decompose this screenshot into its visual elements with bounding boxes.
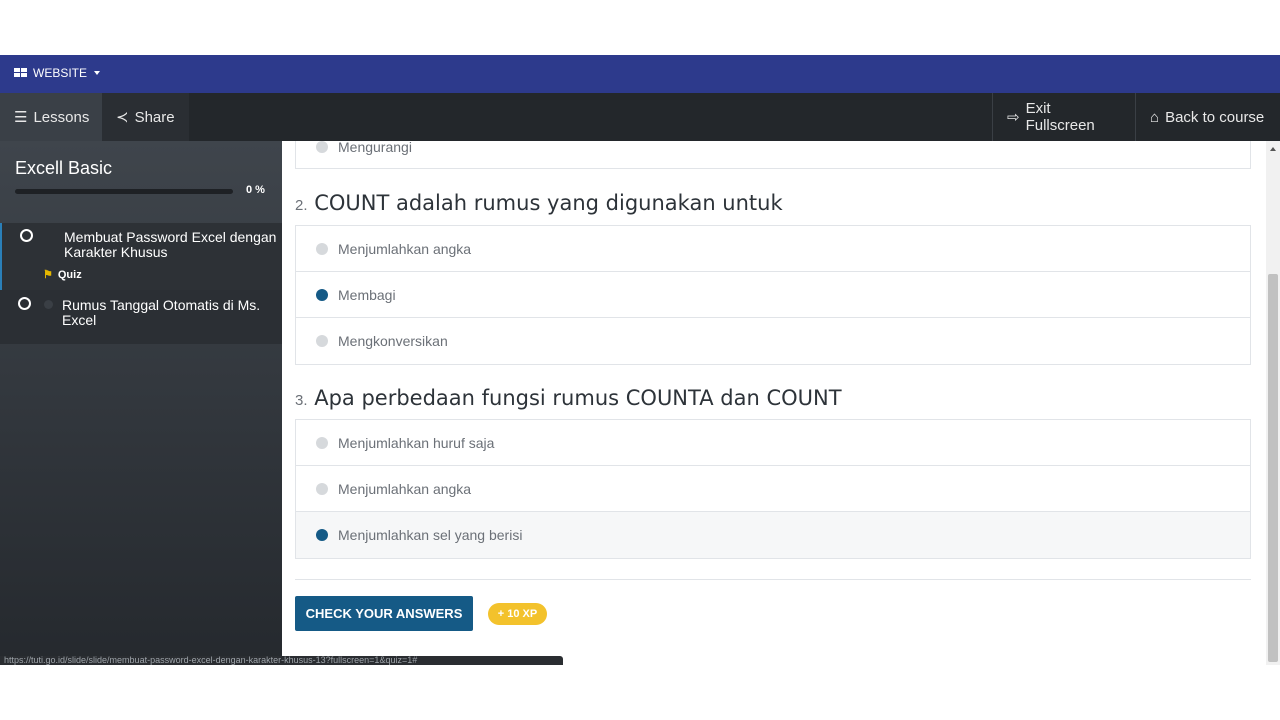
answer-label: Mengkonversikan: [338, 333, 448, 349]
share-button[interactable]: ≺ Share: [102, 93, 189, 141]
sidebar-item-lesson-2[interactable]: Rumus Tanggal Otomatis di Ms. Excel: [0, 290, 282, 344]
scrollbar[interactable]: [1266, 141, 1280, 665]
check-answers-button[interactable]: CHECK YOUR ANSWERS: [295, 596, 473, 631]
course-progress-bar: [15, 189, 233, 194]
home-icon: ⌂: [1150, 108, 1160, 126]
answer-option[interactable]: Mengurangi: [296, 141, 1250, 168]
flag-checkered-icon: ⚑: [43, 269, 53, 281]
status-url-bar: https://tuti.go.id/slide/slide/membuat-p…: [0, 656, 563, 665]
sign-out-icon: ⇨: [1007, 109, 1020, 126]
lesson-type-tag: ⚑ Quiz: [43, 268, 82, 282]
lesson-title: Rumus Tanggal Otomatis di Ms. Excel: [62, 297, 261, 328]
answer-label: Mengurangi: [338, 141, 412, 155]
scroll-up-arrow-icon[interactable]: [1270, 147, 1276, 151]
lessons-label: Lessons: [33, 108, 90, 126]
answer-option[interactable]: Menjumlahkan angka: [296, 466, 1250, 512]
top-navbar: WEBSITE: [0, 55, 1280, 93]
answer-label: Menjumlahkan angka: [338, 240, 472, 257]
back-to-course-button[interactable]: ⌂ Back to course: [1135, 93, 1280, 141]
quiz-content: Mengurangi 2. COUNT adalah rumus yang di…: [282, 141, 1266, 665]
radio-button[interactable]: [316, 141, 328, 153]
answer-label: Menjumlahkan sel yang berisi: [338, 527, 523, 543]
share-label: Share: [134, 108, 175, 126]
radio-button[interactable]: [316, 335, 328, 347]
caret-down-icon: [94, 71, 101, 75]
answer-option[interactable]: Mengkonversikan: [296, 318, 1250, 364]
question-text: Apa perbedaan fungsi rumus COUNTA dan CO…: [314, 386, 842, 410]
lesson-status-icon: [20, 229, 33, 242]
radio-button[interactable]: [316, 242, 328, 255]
course-progress-text: 0 %: [246, 184, 265, 196]
exit-fullscreen-button[interactable]: ⇨ Exit Fullscreen: [992, 93, 1135, 141]
question-number: 2.: [295, 197, 308, 214]
website-menu[interactable]: WEBSITE: [14, 66, 101, 80]
question-1-options: Mengurangi: [295, 141, 1251, 169]
sidebar-item-lesson-1[interactable]: Membuat Password Excel dengan Karakter K…: [0, 223, 282, 290]
radio-button[interactable]: [316, 482, 328, 495]
radio-button-checked[interactable]: [316, 529, 328, 541]
radio-button[interactable]: [316, 436, 328, 449]
lesson-title: Membuat Password Excel dengan Karakter K…: [64, 229, 277, 260]
answer-option[interactable]: Menjumlahkan angka: [296, 226, 1250, 272]
lesson-toolbar: ☰ Lessons ≺ Share ⇨ Exit Fullscreen ⌂ Ba…: [0, 93, 1280, 141]
lesson-type-label: Quiz: [57, 268, 82, 281]
xp-badge: + 10 XP: [488, 603, 547, 625]
lessons-button[interactable]: ☰ Lessons: [0, 93, 102, 141]
menu-icon: ☰: [14, 109, 28, 126]
lesson-sidebar: Excell Basic 0 % Membuat Password Excel …: [0, 141, 282, 665]
app-window: WEBSITE ☰ Lessons ≺ Share ⇨ Exit Fullscr…: [0, 0, 1280, 720]
question-text: COUNT adalah rumus yang digunakan untuk: [314, 191, 783, 215]
question-3-title: 3. Apa perbedaan fungsi rumus COUNTA dan…: [295, 386, 842, 410]
answer-option[interactable]: Menjumlahkan huruf saja: [296, 420, 1250, 466]
website-menu-label: WEBSITE: [33, 66, 88, 80]
share-icon: ≺: [116, 109, 129, 126]
question-number: 3.: [295, 392, 308, 409]
answer-option-selected[interactable]: Membagi: [296, 272, 1250, 318]
question-2-title: 2. COUNT adalah rumus yang digunakan unt…: [295, 191, 783, 215]
scrollbar-thumb[interactable]: [1268, 274, 1278, 662]
answer-label: Menjumlahkan angka: [338, 480, 472, 497]
radio-button-checked[interactable]: [316, 288, 328, 301]
lesson-type-icon: [44, 300, 53, 309]
divider: [295, 579, 1251, 580]
answer-label: Menjumlahkan huruf saja: [338, 434, 495, 451]
question-3-options: Menjumlahkan huruf saja Menjumlahkan ang…: [295, 419, 1251, 559]
answer-label: Membagi: [338, 286, 396, 303]
exit-fullscreen-label: Exit Fullscreen: [1025, 100, 1095, 134]
back-to-course-label: Back to course: [1165, 108, 1265, 126]
lesson-status-icon: [18, 297, 31, 310]
question-2-options: Menjumlahkan angka Membagi Mengkonversik…: [295, 225, 1251, 365]
answer-option-selected[interactable]: Menjumlahkan sel yang berisi: [296, 512, 1250, 558]
course-title: Excell Basic: [15, 158, 113, 178]
grid-icon: [14, 68, 27, 78]
